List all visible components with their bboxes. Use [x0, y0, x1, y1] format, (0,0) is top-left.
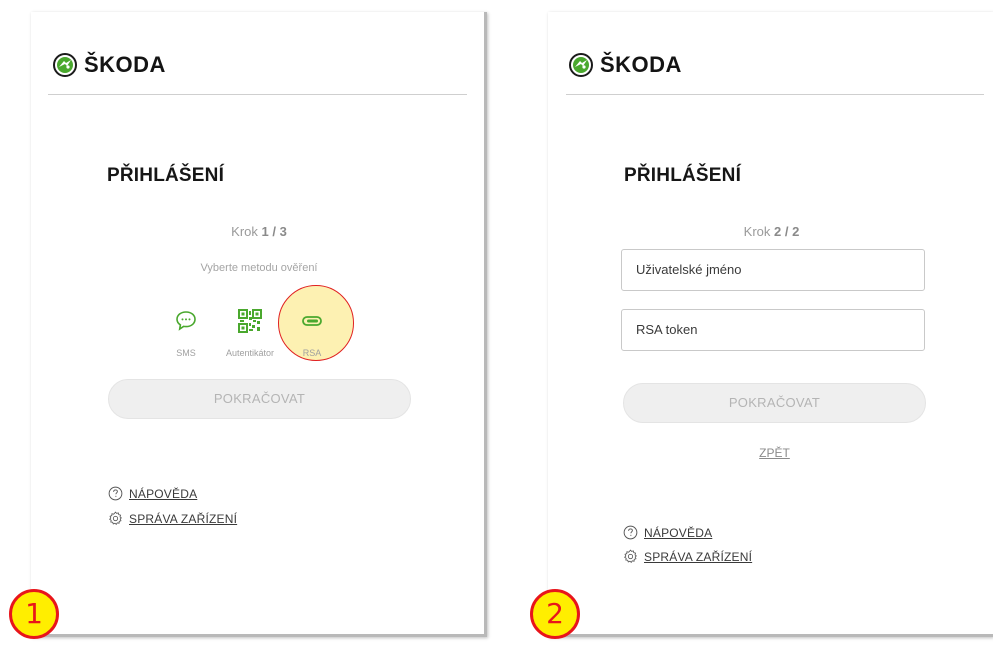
method-instruction: Vyberte metodu ověření	[200, 262, 318, 274]
brand-header: ŠKODA	[53, 52, 166, 78]
step-value: 2 / 2	[774, 224, 800, 239]
help-link-label: NÁPOVĚDA	[129, 486, 198, 501]
question-circle-icon	[623, 525, 638, 540]
device-management-link[interactable]: SPRÁVA ZAŘÍZENÍ	[108, 511, 237, 526]
header-divider	[566, 94, 984, 95]
page-title: PŘIHLÁŠENÍ	[624, 165, 742, 186]
method-sms[interactable]: SMS	[155, 308, 217, 358]
method-rsa[interactable]: RSA	[281, 308, 343, 358]
username-field[interactable]: Uživatelské jméno	[621, 249, 925, 291]
help-link[interactable]: NÁPOVĚDA	[623, 525, 712, 540]
step-prefix: Krok	[743, 224, 771, 239]
login-panel-step-2: ŠKODA PŘIHLÁŠENÍ Krok 2 / 2 Uživatelské …	[548, 12, 993, 637]
canvas: ŠKODA PŘIHLÁŠENÍ Krok 1 / 3 Vyberte meto…	[0, 0, 993, 652]
step-marker-2: 2	[530, 589, 580, 639]
step-indicator: Krok 1 / 3	[31, 224, 487, 239]
method-authenticator-label: Autentikátor	[225, 348, 275, 358]
skoda-logo-icon	[53, 53, 77, 77]
brand-name: ŠKODA	[84, 52, 166, 77]
page-title: PŘIHLÁŠENÍ	[107, 165, 225, 186]
device-management-label: SPRÁVA ZAŘÍZENÍ	[129, 511, 238, 526]
qr-code-icon	[238, 309, 262, 333]
method-rsa-label: RSA	[302, 348, 322, 358]
help-link[interactable]: NÁPOVĚDA	[108, 486, 197, 501]
skoda-logo-icon	[569, 53, 593, 77]
step-indicator: Krok 2 / 2	[620, 224, 923, 239]
brand-header: ŠKODA	[569, 52, 682, 78]
device-management-label: SPRÁVA ZAŘÍZENÍ	[644, 549, 753, 564]
step-value: 1 / 3	[261, 224, 287, 239]
continue-button[interactable]: POKRAČOVAT	[623, 383, 926, 423]
toggle-token-icon	[302, 316, 322, 326]
chat-bubble-icon	[176, 311, 196, 331]
login-panel-step-1: ŠKODA PŘIHLÁŠENÍ Krok 1 / 3 Vyberte meto…	[31, 12, 487, 637]
rsa-token-field[interactable]: RSA token	[621, 309, 925, 351]
step-prefix: Krok	[231, 224, 258, 239]
step-marker-1: 1	[9, 589, 59, 639]
brand-name: ŠKODA	[600, 52, 682, 77]
help-link-label: NÁPOVĚDA	[644, 525, 713, 540]
method-authenticator[interactable]: Autentikátor	[219, 308, 281, 358]
gear-icon	[624, 549, 637, 563]
back-link[interactable]: ZPĚT	[548, 446, 993, 460]
method-sms-label: SMS	[176, 348, 196, 358]
question-circle-icon	[108, 486, 123, 501]
gear-icon	[109, 511, 122, 525]
continue-button[interactable]: POKRAČOVAT	[108, 379, 411, 419]
header-divider	[48, 94, 467, 95]
device-management-link[interactable]: SPRÁVA ZAŘÍZENÍ	[623, 549, 752, 564]
